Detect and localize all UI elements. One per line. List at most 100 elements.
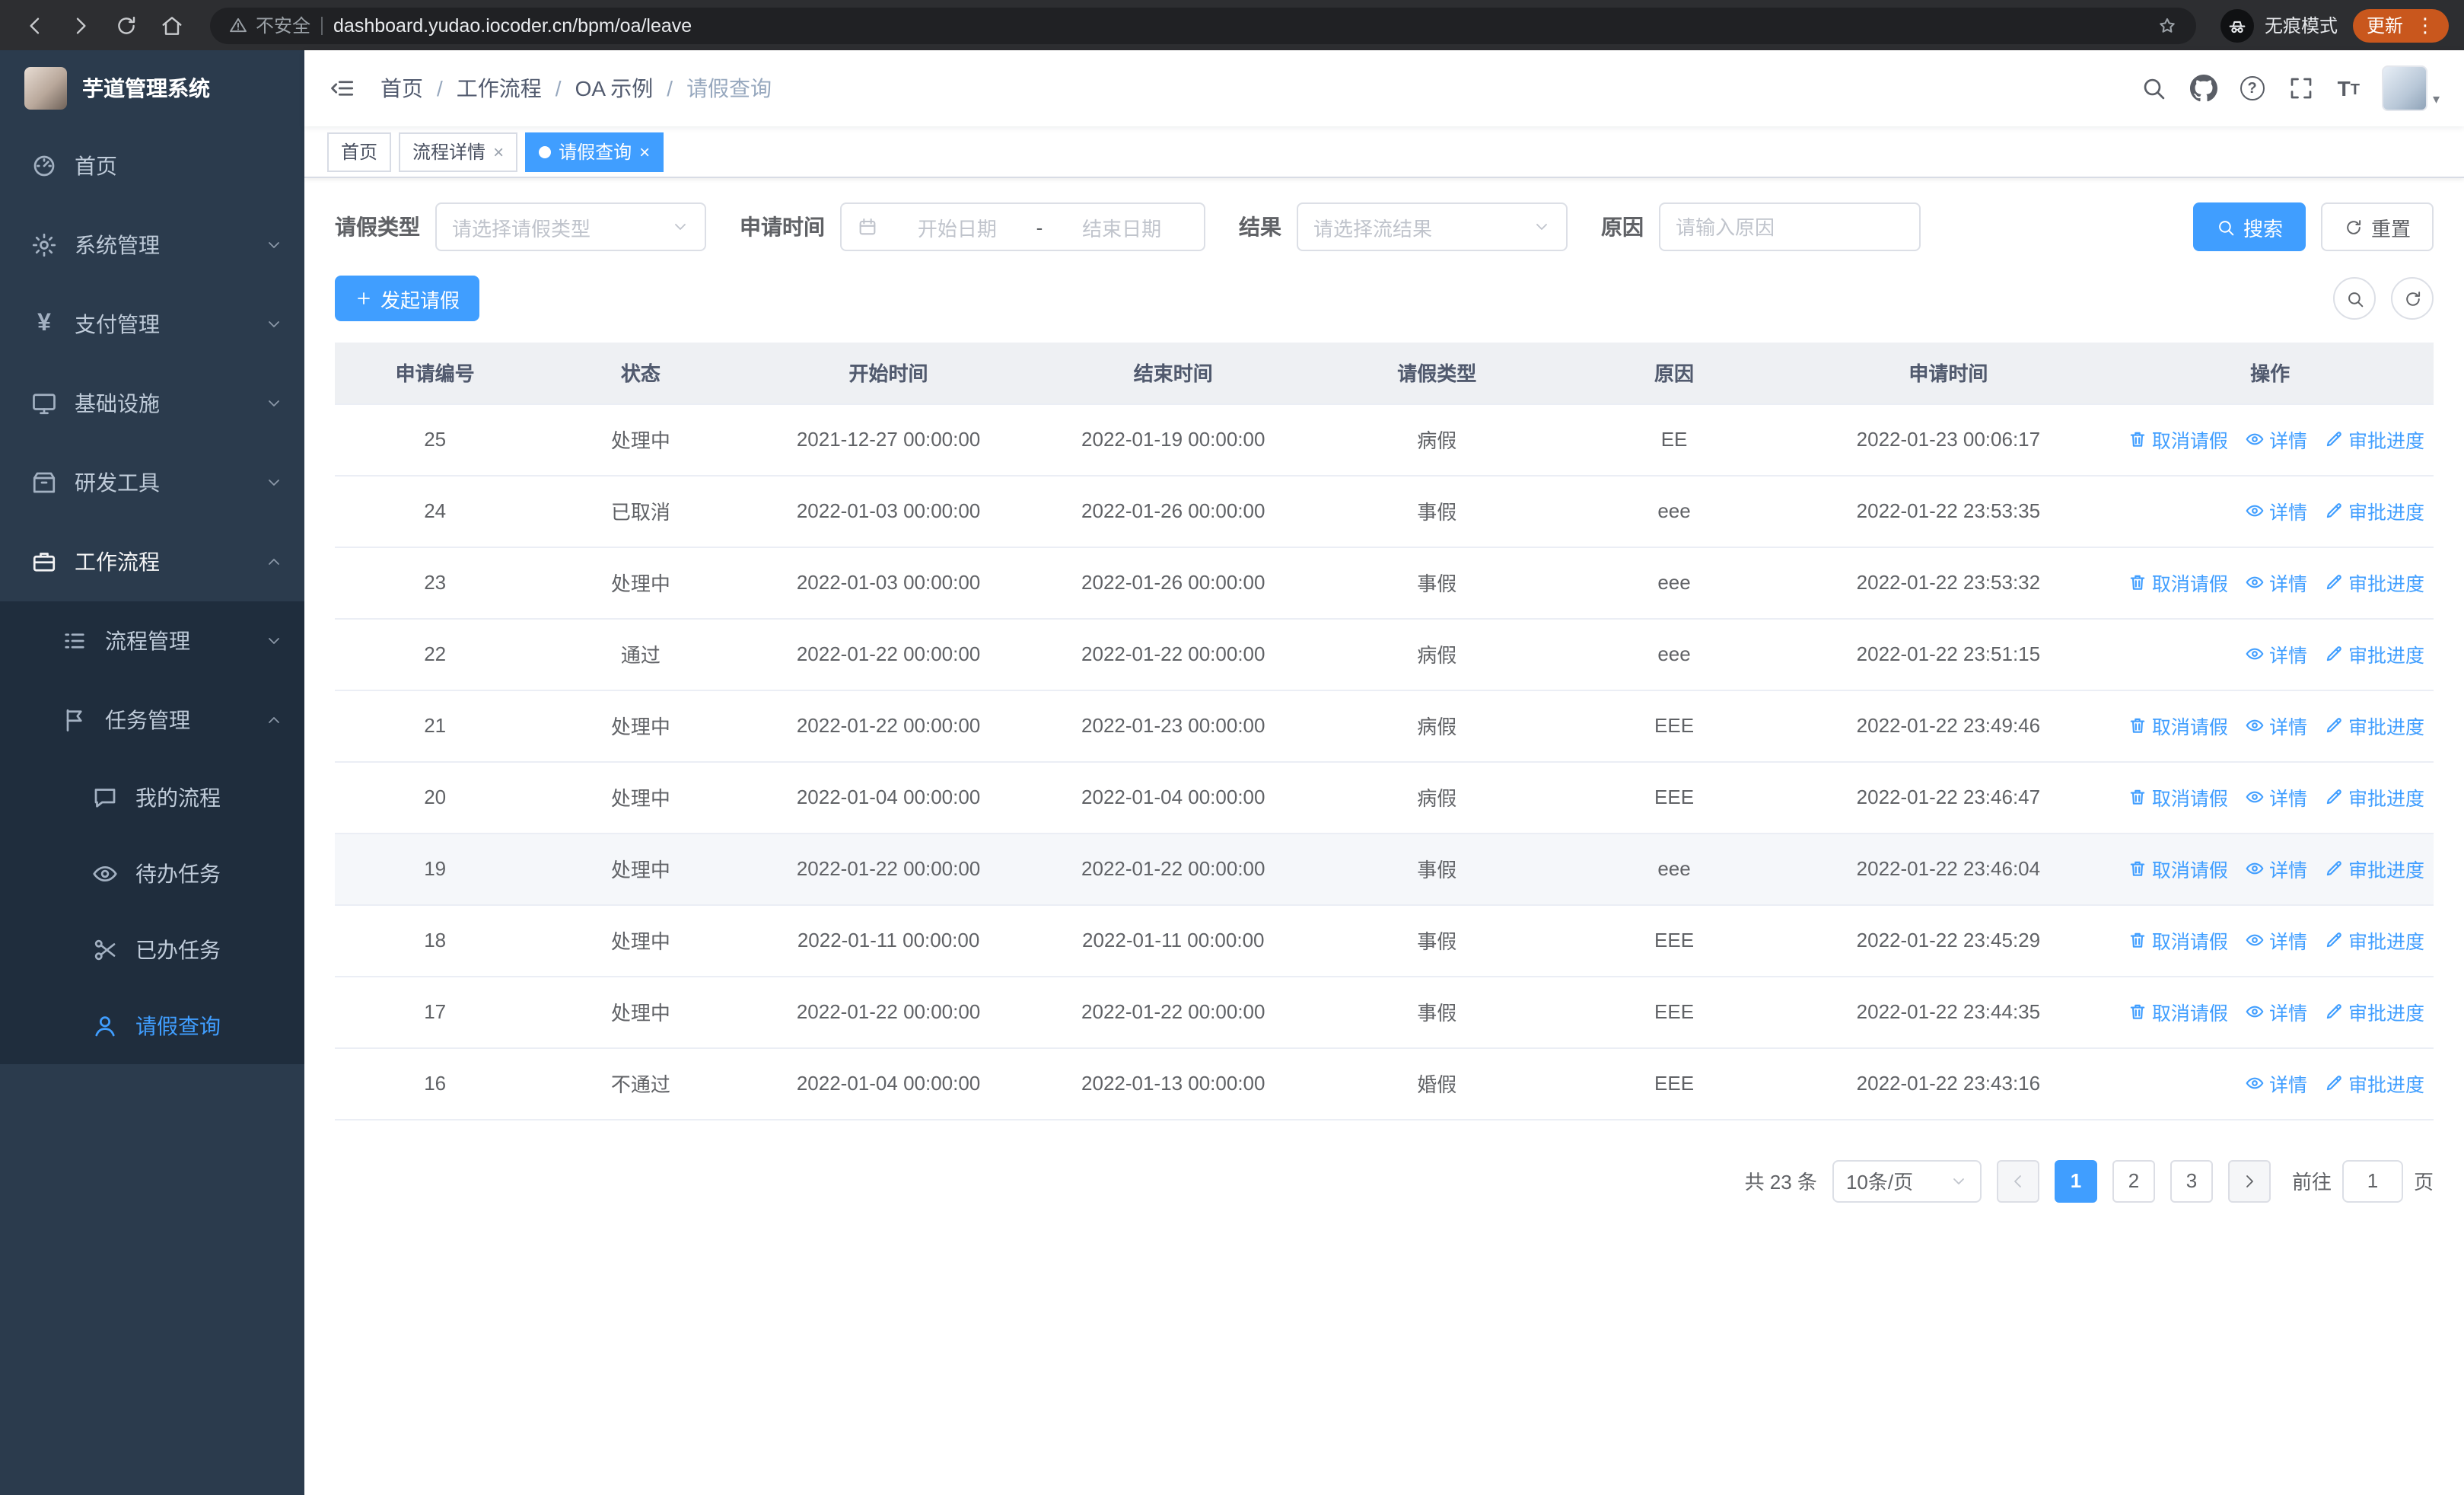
detail-link[interactable]: 详情 <box>2245 425 2307 454</box>
detail-link[interactable]: 详情 <box>2245 496 2307 525</box>
end-date-placeholder: 结束日期 <box>1082 217 1162 240</box>
sidebar-item-process-mgmt[interactable]: 流程管理 <box>0 601 304 681</box>
page-button-1[interactable]: 1 <box>2054 1159 2097 1202</box>
page-button-2[interactable]: 2 <box>2112 1159 2155 1202</box>
detail-link[interactable]: 详情 <box>2245 854 2307 883</box>
sidebar-item-leave-query[interactable]: 请假查询 <box>0 988 304 1064</box>
cell-actions: 取消请假 详情 审批进度 <box>2106 976 2434 1048</box>
cancel-leave-link[interactable]: 取消请假 <box>2128 568 2228 597</box>
breadcrumb-item[interactable]: 首页 <box>380 73 423 104</box>
url-bar[interactable]: 不安全 dashboard.yudao.iocoder.cn/bpm/oa/le… <box>210 7 2196 43</box>
sidebar-collapse-button[interactable] <box>329 75 356 102</box>
chevron-up-icon <box>265 553 283 571</box>
detail-link[interactable]: 详情 <box>2245 997 2307 1026</box>
browser-chrome: 不安全 dashboard.yudao.iocoder.cn/bpm/oa/le… <box>0 0 2464 50</box>
table-row: 18 处理中 2022-01-11 00:00:00 2022-01-11 00… <box>335 904 2434 977</box>
sidebar-item-label: 首页 <box>75 154 117 178</box>
cancel-leave-link[interactable]: 取消请假 <box>2128 425 2228 454</box>
sidebar-item-workflow[interactable]: 工作流程 <box>0 522 304 601</box>
cancel-leave-link[interactable]: 取消请假 <box>2128 711 2228 740</box>
sidebar-item-done-tasks[interactable]: 已办任务 <box>0 912 304 988</box>
refresh-table-button[interactable] <box>2391 277 2434 320</box>
approval-progress-link[interactable]: 审批进度 <box>2324 783 2424 811</box>
approval-progress-link[interactable]: 审批进度 <box>2324 639 2424 668</box>
approval-progress-link[interactable]: 审批进度 <box>2324 926 2424 955</box>
tab-leave-query[interactable]: 请假查询 × <box>525 132 664 171</box>
sidebar-item-infrastructure[interactable]: 基础设施 <box>0 364 304 443</box>
approval-progress-link[interactable]: 审批进度 <box>2324 1069 2424 1098</box>
sidebar-item-home[interactable]: 首页 <box>0 126 304 206</box>
user-menu[interactable]: ▾ <box>2382 65 2440 111</box>
prev-page-button[interactable] <box>1996 1159 2039 1202</box>
create-leave-button[interactable]: 发起请假 <box>335 276 480 321</box>
detail-link[interactable]: 详情 <box>2245 783 2307 811</box>
breadcrumb-item[interactable]: 工作流程 <box>457 73 542 104</box>
chevron-down-icon <box>265 473 283 492</box>
search-button[interactable]: 搜索 <box>2192 202 2306 251</box>
chevron-down-icon <box>1950 1171 1968 1190</box>
browser-menu-icon[interactable]: ⋮ <box>2415 15 2435 35</box>
back-button[interactable] <box>15 5 55 45</box>
cell-status: 处理中 <box>535 976 747 1048</box>
detail-link[interactable]: 详情 <box>2245 1069 2307 1098</box>
font-size-icon[interactable]: TT <box>2338 78 2360 99</box>
cell-leave-type: 病假 <box>1315 403 1558 476</box>
update-button[interactable]: 更新 ⋮ <box>2352 8 2449 42</box>
tags-bar: 首页 流程详情 × 请假查询 × <box>304 126 2464 178</box>
search-icon[interactable] <box>2140 75 2167 102</box>
filter-result: 结果 请选择流结果 <box>1239 202 1568 251</box>
home-button[interactable] <box>152 5 192 45</box>
sidebar-item-label: 流程管理 <box>105 629 190 653</box>
cell-start-time: 2022-01-22 00:00:00 <box>746 690 1031 762</box>
detail-link[interactable]: 详情 <box>2245 568 2307 597</box>
app-logo[interactable]: 芋道管理系统 <box>0 50 304 126</box>
forward-button[interactable] <box>61 5 100 45</box>
cancel-leave-link[interactable]: 取消请假 <box>2128 783 2228 811</box>
filter-leave-type: 请假类型 请选择请假类型 <box>335 202 706 251</box>
close-icon[interactable]: × <box>639 142 650 161</box>
help-icon[interactable]: ? <box>2240 76 2265 100</box>
avatar[interactable] <box>2382 65 2428 111</box>
detail-link[interactable]: 详情 <box>2245 639 2307 668</box>
cell-leave-type: 事假 <box>1315 833 1558 905</box>
cell-end-time: 2022-01-13 00:00:00 <box>1030 1047 1316 1120</box>
reason-input[interactable] <box>1660 204 1919 250</box>
security-chip[interactable]: 不安全 <box>228 12 310 38</box>
approval-progress-link[interactable]: 审批进度 <box>2324 711 2424 740</box>
reload-button[interactable] <box>107 5 146 45</box>
approval-progress-link[interactable]: 审批进度 <box>2324 997 2424 1026</box>
approval-progress-link[interactable]: 审批进度 <box>2324 854 2424 883</box>
sidebar-item-todo-tasks[interactable]: 待办任务 <box>0 836 304 912</box>
sidebar-item-label: 待办任务 <box>135 862 221 886</box>
cancel-leave-link[interactable]: 取消请假 <box>2128 854 2228 883</box>
sidebar-item-my-process[interactable]: 我的流程 <box>0 760 304 836</box>
leave-type-select[interactable]: 请选择请假类型 <box>435 202 706 251</box>
cancel-leave-link[interactable]: 取消请假 <box>2128 926 2228 955</box>
sidebar-item-devtools[interactable]: 研发工具 <box>0 443 304 522</box>
sidebar-item-payment[interactable]: ¥ 支付管理 <box>0 285 304 364</box>
cell-reason: EEE <box>1558 761 1791 834</box>
approval-progress-link[interactable]: 审批进度 <box>2324 496 2424 525</box>
bookmark-star-icon[interactable] <box>2157 14 2178 36</box>
result-select[interactable]: 请选择流结果 <box>1297 202 1568 251</box>
close-icon[interactable]: × <box>493 142 504 161</box>
breadcrumb-item[interactable]: OA 示例 <box>575 73 654 104</box>
reset-button[interactable]: 重置 <box>2320 202 2434 251</box>
cancel-leave-link[interactable]: 取消请假 <box>2128 997 2228 1026</box>
detail-link[interactable]: 详情 <box>2245 926 2307 955</box>
approval-progress-link[interactable]: 审批进度 <box>2324 425 2424 454</box>
detail-link[interactable]: 详情 <box>2245 711 2307 740</box>
sidebar-item-task-mgmt[interactable]: 任务管理 <box>0 681 304 760</box>
sidebar-item-system[interactable]: 系统管理 <box>0 206 304 285</box>
toggle-search-button[interactable] <box>2333 277 2376 320</box>
page-size-select[interactable]: 10条/页 <box>1832 1159 1982 1202</box>
page-button-3[interactable]: 3 <box>2170 1159 2213 1202</box>
tab-process-detail[interactable]: 流程详情 × <box>399 132 518 171</box>
fullscreen-icon[interactable] <box>2287 75 2315 102</box>
apply-time-range-picker[interactable]: 开始日期 - 结束日期 <box>840 202 1205 251</box>
next-page-button[interactable] <box>2227 1159 2271 1202</box>
tab-home[interactable]: 首页 <box>327 132 392 171</box>
goto-page-input[interactable] <box>2341 1159 2403 1202</box>
github-icon[interactable] <box>2190 75 2217 102</box>
approval-progress-link[interactable]: 审批进度 <box>2324 568 2424 597</box>
